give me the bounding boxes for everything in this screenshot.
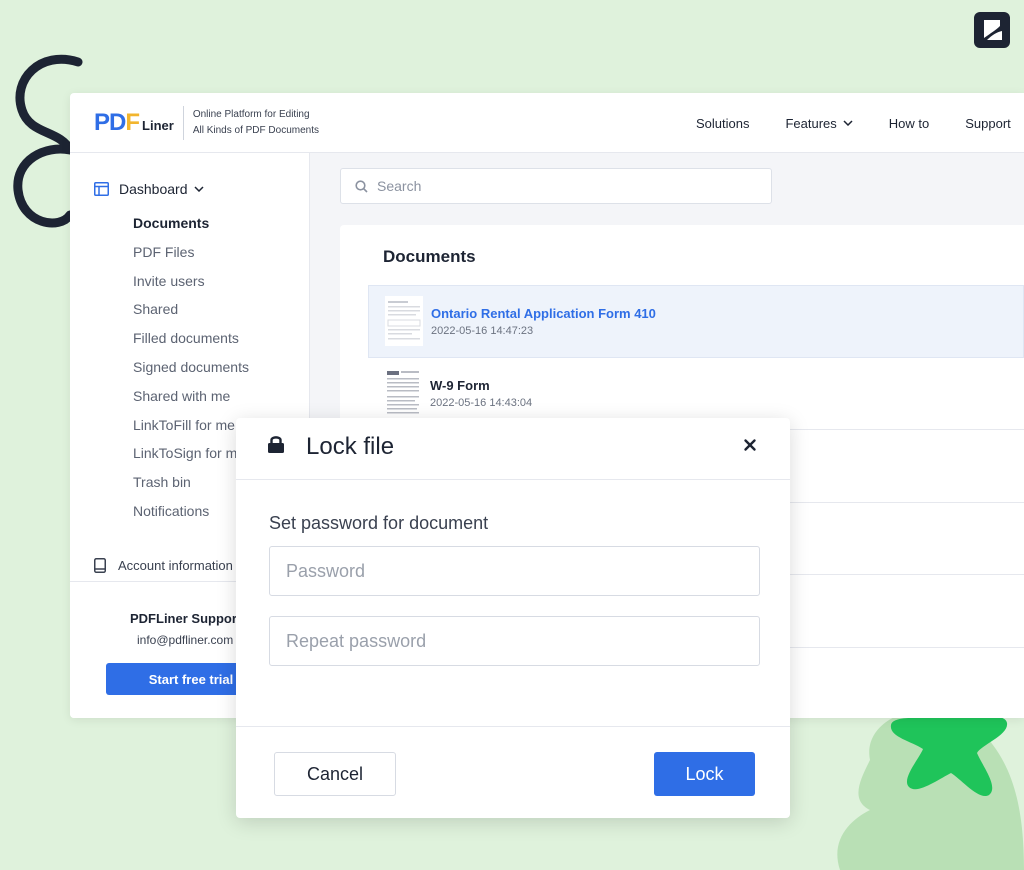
document-thumbnail xyxy=(385,296,423,346)
chevron-down-icon xyxy=(193,186,204,192)
corner-logo-icon xyxy=(974,12,1010,48)
logo-pdf: PDF xyxy=(94,108,140,136)
document-thumbnail xyxy=(384,367,422,418)
sidebar-item-pdf-files[interactable]: PDF Files xyxy=(133,242,249,271)
sidebar-item-linktofill[interactable]: LinkToFill for me xyxy=(133,415,249,444)
account-book-icon xyxy=(94,558,106,573)
lock-button[interactable]: Lock xyxy=(654,752,755,796)
document-row[interactable]: Ontario Rental Application Form 410 2022… xyxy=(368,285,1024,358)
tagline: Online Platform for Editing All Kinds of… xyxy=(192,108,319,136)
logo-liner: Liner xyxy=(142,117,174,133)
document-date: 2022-05-16 14:43:04 xyxy=(430,396,533,409)
sidebar-dashboard[interactable]: Dashboard xyxy=(94,181,204,197)
sidebar-item-notifications[interactable]: Notifications xyxy=(133,501,249,530)
nav-how-to[interactable]: How to xyxy=(889,116,929,131)
cancel-button[interactable]: Cancel xyxy=(274,752,396,796)
nav-features[interactable]: Features xyxy=(785,116,853,131)
sidebar-item-shared[interactable]: Shared xyxy=(133,299,249,328)
lock-icon xyxy=(268,436,284,453)
top-nav: Solutions Features How to Support xyxy=(696,93,1024,153)
modal-header: Lock file xyxy=(236,418,790,480)
sidebar-item-shared-with-me[interactable]: Shared with me xyxy=(133,386,249,415)
modal-title: Lock file xyxy=(306,433,395,460)
sidebar-item-trash-bin[interactable]: Trash bin xyxy=(133,472,249,501)
logo-divider xyxy=(182,105,184,140)
sidebar-items: Documents PDF Files Invite users Shared … xyxy=(133,213,249,530)
top-header: PDF Liner Online Platform for Editing Al… xyxy=(70,93,1024,153)
support-name: PDFLiner Support xyxy=(130,611,242,626)
documents-title: Documents xyxy=(383,247,476,266)
pdfliner-logo[interactable]: PDF Liner Online Platform for Editing Al… xyxy=(94,105,319,140)
sidebar-item-documents[interactable]: Documents xyxy=(133,213,249,242)
close-icon[interactable] xyxy=(742,437,758,453)
support-email[interactable]: info@pdfliner.com xyxy=(137,633,233,647)
repeat-password-field[interactable] xyxy=(269,616,760,666)
search-icon xyxy=(355,179,368,193)
nav-solutions[interactable]: Solutions xyxy=(696,116,749,131)
modal-footer-divider xyxy=(236,726,790,727)
search-box[interactable]: Search xyxy=(340,168,772,204)
sidebar-item-linktosign[interactable]: LinkToSign for me xyxy=(133,443,249,472)
sidebar-item-filled-documents[interactable]: Filled documents xyxy=(133,328,249,357)
set-password-label: Set password for document xyxy=(269,513,489,533)
sidebar-item-invite-users[interactable]: Invite users xyxy=(133,271,249,300)
search-input[interactable]: Search xyxy=(377,178,421,194)
lock-file-modal: Lock file Set password for document Canc… xyxy=(236,418,790,818)
password-field[interactable] xyxy=(269,546,760,596)
document-name[interactable]: Ontario Rental Application Form 410 xyxy=(431,306,656,321)
sidebar-account-information[interactable]: Account information xyxy=(94,558,233,573)
sidebar-item-signed-documents[interactable]: Signed documents xyxy=(133,357,249,386)
chevron-down-icon xyxy=(843,120,853,126)
dashboard-icon xyxy=(94,182,109,196)
document-date: 2022-05-16 14:47:23 xyxy=(431,325,534,337)
document-name[interactable]: W-9 Form xyxy=(430,378,490,393)
nav-support[interactable]: Support xyxy=(965,116,1011,131)
